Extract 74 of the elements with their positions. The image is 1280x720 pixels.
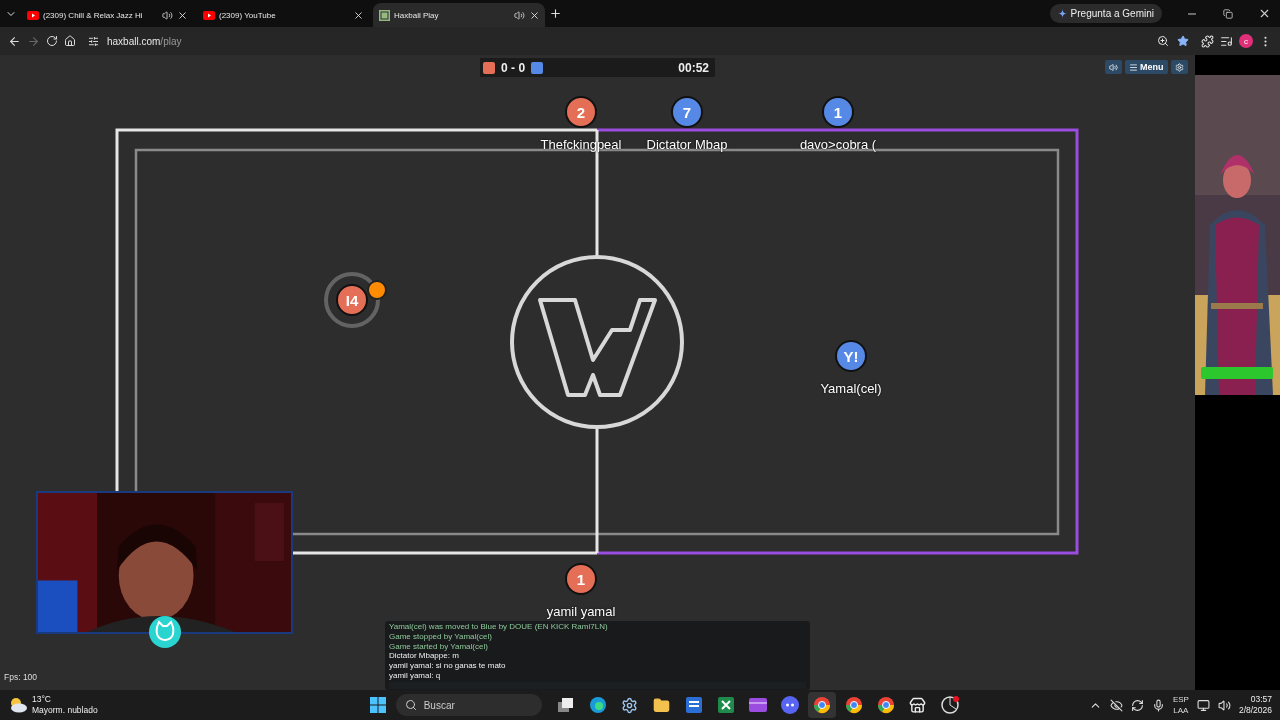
sound-button[interactable] — [1105, 60, 1122, 74]
home-icon[interactable] — [64, 35, 76, 47]
assistant-button[interactable]: Pregunta a Gemini — [1049, 4, 1162, 23]
play-logo-icon — [27, 10, 39, 20]
address-field[interactable]: haxball.com/play — [82, 30, 1195, 52]
gear-icon — [1174, 62, 1184, 72]
player-name: davo>cobra ( — [799, 137, 877, 152]
taskbar-search-field[interactable]: Buscar — [395, 694, 542, 716]
speaker-icon — [1109, 62, 1118, 72]
browser-icon[interactable] — [807, 692, 836, 718]
close-icon[interactable] — [177, 9, 188, 21]
player-disc: 1 — [822, 96, 854, 128]
chat-message: yamil yamal: si no ganas te mato — [389, 661, 507, 671]
player-disc: 1 — [565, 563, 597, 595]
windows-logo-icon — [369, 697, 386, 713]
weather-icon — [8, 697, 28, 713]
center-logo-icon — [538, 298, 657, 397]
weather-text: Mayorm. nublado — [32, 705, 98, 716]
cat-face-icon — [148, 615, 182, 649]
tab-title: Haxball Play — [394, 10, 439, 20]
site-settings-icon[interactable] — [88, 35, 99, 47]
zoom-icon[interactable] — [1157, 35, 1169, 47]
sparkle-icon — [1057, 9, 1067, 18]
tab-title: (2309) Chill & Relax Jazz Hi — [43, 10, 143, 20]
menu-icon — [1129, 62, 1138, 72]
reload-icon[interactable] — [46, 35, 58, 47]
eye-off-icon[interactable] — [1109, 698, 1123, 712]
search-icon — [404, 699, 417, 711]
language-indicator[interactable]: ESP LAA — [1172, 694, 1189, 716]
close-icon[interactable] — [529, 9, 540, 21]
settings-button[interactable] — [1170, 60, 1188, 74]
player-name: yamil yamal — [546, 604, 616, 619]
bookmark-star-icon[interactable] — [1177, 35, 1189, 47]
play-logo-icon — [203, 10, 215, 20]
player-disc: 7 — [671, 96, 703, 128]
player-disc: I4 — [336, 284, 368, 316]
music-list-icon[interactable] — [1220, 34, 1233, 48]
chat-message: Game stopped by Yamal(cel) — [389, 631, 493, 642]
player-name: Yamal(cel) — [820, 381, 882, 396]
chat-message: yamil yamal: q — [389, 671, 442, 681]
tab-title: (2309) YouTube — [219, 10, 276, 20]
restore-icon[interactable] — [1223, 8, 1233, 19]
game-favicon-icon — [379, 9, 390, 21]
temperature-text: 13°C — [32, 694, 52, 705]
url-text: haxball.com/play — [107, 35, 182, 47]
team-square — [483, 61, 495, 74]
taskbar-clock[interactable]: 03:57 2/8/2026 — [1238, 694, 1272, 716]
new-tab-icon[interactable] — [549, 7, 562, 20]
ball — [367, 280, 387, 300]
browser-tab[interactable]: (2309) YouTube — [197, 3, 369, 27]
player-disc: Y! — [835, 340, 867, 372]
volume-icon[interactable] — [1217, 698, 1231, 712]
chat-message: Game started by Yamal(cel) — [389, 641, 489, 652]
player-disc: 2 — [565, 96, 597, 128]
speaker-icon[interactable] — [162, 9, 173, 21]
puzzle-icon[interactable] — [1201, 34, 1214, 48]
back-arrow-icon[interactable] — [8, 34, 21, 48]
score-text: 0 - 0 — [501, 60, 526, 75]
close-icon[interactable] — [353, 9, 364, 21]
browser-tab[interactable]: Haxball Play — [373, 3, 545, 27]
browser-tab[interactable]: (2309) Chill & Relax Jazz Hi — [21, 3, 193, 27]
player-name: Dictator Mbap — [646, 137, 728, 152]
match-timer: 00:52 — [678, 60, 709, 75]
network-icon[interactable] — [1196, 698, 1210, 712]
chat-message: Dictator Mbappe: m — [389, 651, 460, 662]
chat-message: Yamal(cel) was moved to Blue by DOUE (EN KICK Rami7LN) — [389, 622, 609, 632]
team-square — [531, 61, 544, 74]
menu-button[interactable]: Menu — [1125, 60, 1168, 74]
speaker-icon[interactable] — [514, 9, 525, 21]
microphone-icon[interactable] — [1151, 698, 1165, 712]
forward-arrow-icon[interactable] — [27, 34, 40, 48]
sync-icon[interactable] — [1130, 698, 1144, 712]
profile-avatar[interactable]: c — [1239, 34, 1253, 48]
fps-counter: Fps: 100 — [4, 672, 38, 682]
